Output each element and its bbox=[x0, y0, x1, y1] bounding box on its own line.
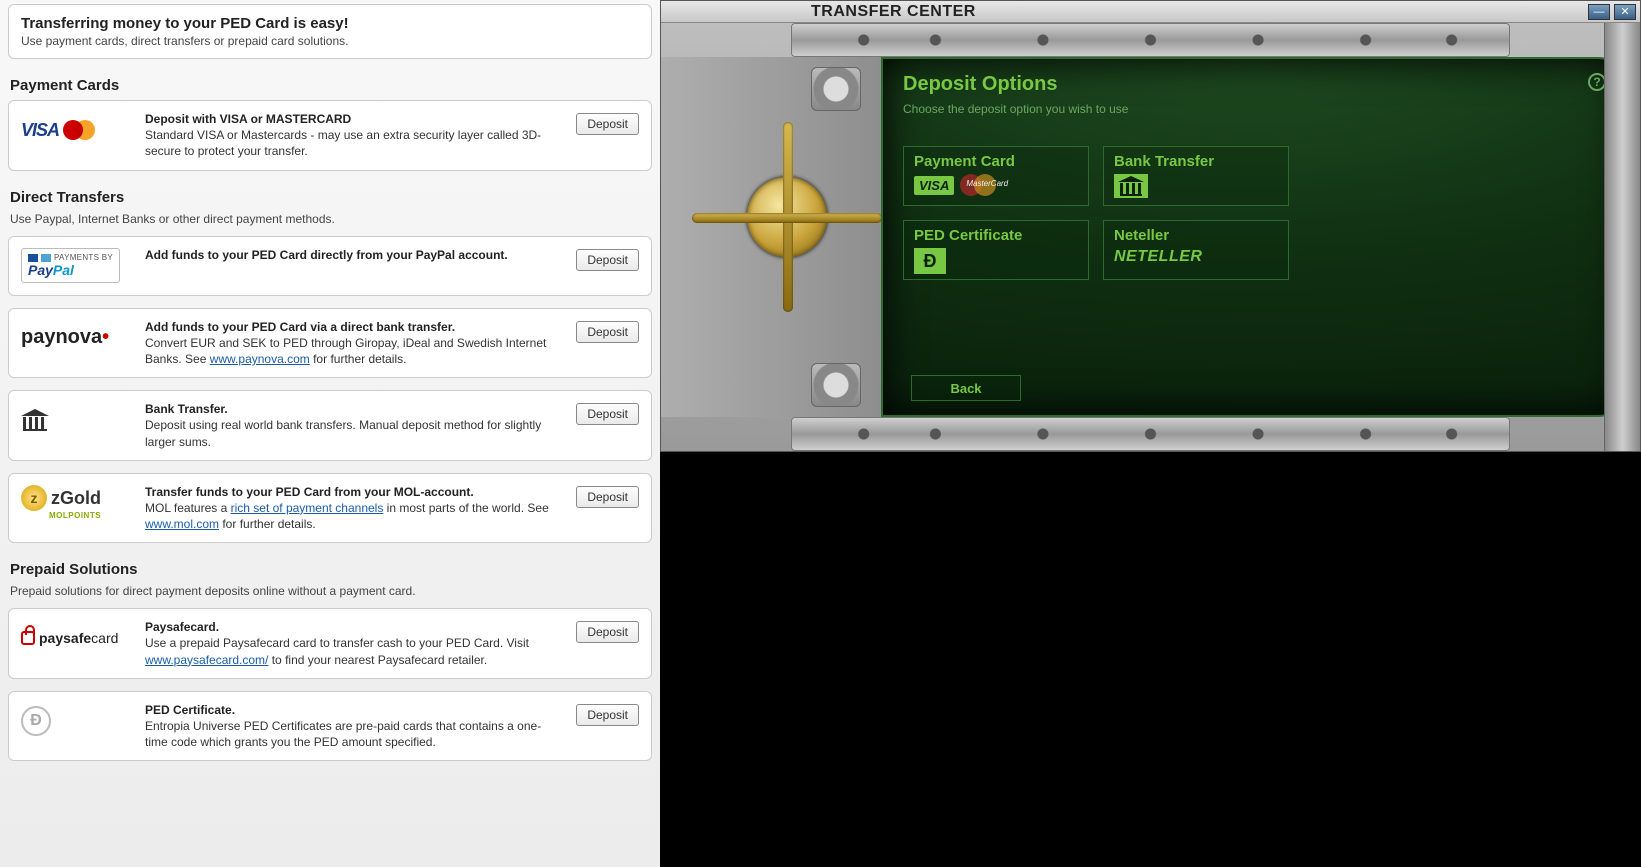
paysafecard-link[interactable]: www.paysafecard.com/ bbox=[145, 653, 268, 667]
card-paysafecard: paysafecard Paysafecard. Use a prepaid P… bbox=[8, 608, 652, 679]
section-head-payment-cards: Payment Cards bbox=[10, 77, 652, 94]
intro-title: Transferring money to your PED Card is e… bbox=[21, 15, 639, 32]
deposit-methods-panel: Transferring money to your PED Card is e… bbox=[0, 0, 660, 867]
ped-coin-icon: Đ bbox=[21, 706, 51, 736]
bank-icon bbox=[1114, 174, 1148, 198]
deposit-button[interactable]: Deposit bbox=[576, 403, 639, 425]
section-head-direct-transfers: Direct Transfers bbox=[10, 189, 652, 206]
card-ped-certificate: Đ PED Certificate. Entropia Universe PED… bbox=[8, 691, 652, 762]
card-body: Paysafecard. Use a prepaid Paysafecard c… bbox=[145, 619, 562, 668]
bank-transfer-logo bbox=[21, 401, 131, 439]
card-body: PED Certificate. Entropia Universe PED C… bbox=[145, 702, 562, 751]
mastercard-icon bbox=[63, 118, 99, 142]
window-title: TRANSFER CENTER bbox=[811, 3, 976, 21]
vault-frame-top bbox=[791, 23, 1510, 57]
deposit-button[interactable]: Deposit bbox=[576, 704, 639, 726]
card-body: Bank Transfer. Deposit using real world … bbox=[145, 401, 562, 450]
paypal-logo: PAYMENTS BY PayPal bbox=[21, 247, 131, 285]
back-button[interactable]: Back bbox=[911, 375, 1021, 401]
vault-frame-right bbox=[1604, 23, 1640, 451]
deposit-button[interactable]: Deposit bbox=[576, 321, 639, 343]
card-title: Transfer funds to your PED Card from you… bbox=[145, 485, 474, 499]
paynova-link[interactable]: www.paynova.com bbox=[210, 352, 310, 366]
card-desc: Deposit using real world bank transfers.… bbox=[145, 418, 541, 448]
card-paynova: paynova• Add funds to your PED Card via … bbox=[8, 308, 652, 379]
deposit-button[interactable]: Deposit bbox=[576, 486, 639, 508]
bank-icon bbox=[21, 409, 49, 431]
transfer-center-body: Deposit Options Choose the deposit optio… bbox=[661, 57, 1640, 417]
card-paypal: PAYMENTS BY PayPal Add funds to your PED… bbox=[8, 236, 652, 296]
deposit-button[interactable]: Deposit bbox=[576, 249, 639, 271]
deposit-options-title: Deposit Options bbox=[903, 73, 1604, 96]
card-body: Add funds to your PED Card via a direct … bbox=[145, 319, 562, 368]
card-title: Deposit with VISA or MASTERCARD bbox=[145, 112, 351, 126]
vault-door-graphic bbox=[661, 57, 881, 417]
mol-link[interactable]: www.mol.com bbox=[145, 517, 219, 531]
card-title: Add funds to your PED Card directly from… bbox=[145, 248, 508, 262]
vault-hinge-icon bbox=[811, 67, 861, 111]
card-visa-mastercard: VISA Deposit with VISA or MASTERCARD Sta… bbox=[8, 100, 652, 171]
section-head-prepaid: Prepaid Solutions bbox=[10, 561, 652, 578]
lock-icon bbox=[21, 631, 35, 645]
card-title: Add funds to your PED Card via a direct … bbox=[145, 320, 455, 334]
minimize-button[interactable]: — bbox=[1588, 4, 1610, 20]
card-title: PED Certificate. bbox=[145, 703, 235, 717]
option-bank-transfer[interactable]: Bank Transfer bbox=[1103, 146, 1289, 206]
section-sub-direct-transfers: Use Paypal, Internet Banks or other dire… bbox=[10, 212, 652, 226]
intro-sub: Use payment cards, direct transfers or p… bbox=[21, 34, 639, 48]
transfer-center-titlebar[interactable]: TRANSFER CENTER — ✕ bbox=[661, 1, 1640, 23]
neteller-icon: NETELLER bbox=[1114, 248, 1202, 266]
ped-icon: Đ bbox=[914, 248, 946, 274]
visa-mastercard-logo: VISA bbox=[21, 111, 131, 149]
option-neteller[interactable]: Neteller NETELLER bbox=[1103, 220, 1289, 280]
card-title: Paysafecard. bbox=[145, 620, 219, 634]
deposit-options-screen: Deposit Options Choose the deposit optio… bbox=[881, 57, 1626, 417]
option-payment-card[interactable]: Payment Card VISA MasterCard bbox=[903, 146, 1089, 206]
card-body: Deposit with VISA or MASTERCARD Standard… bbox=[145, 111, 562, 160]
intro-card: Transferring money to your PED Card is e… bbox=[8, 4, 652, 59]
card-body: Add funds to your PED Card directly from… bbox=[145, 247, 562, 263]
paynova-logo: paynova• bbox=[21, 319, 131, 357]
section-sub-prepaid: Prepaid solutions for direct payment dep… bbox=[10, 584, 652, 598]
mol-channels-link[interactable]: rich set of payment channels bbox=[231, 501, 384, 515]
option-title: PED Certificate bbox=[914, 227, 1078, 244]
ped-certificate-logo: Đ bbox=[21, 702, 131, 740]
paysafecard-logo: paysafecard bbox=[21, 619, 131, 657]
zgold-logo: z zGold MOLPOINTS bbox=[21, 484, 131, 522]
card-desc: Entropia Universe PED Certificates are p… bbox=[145, 719, 541, 749]
option-title: Neteller bbox=[1114, 227, 1278, 244]
visa-icon: VISA bbox=[914, 176, 954, 195]
option-title: Bank Transfer bbox=[1114, 153, 1278, 170]
card-title: Bank Transfer. bbox=[145, 402, 228, 416]
option-ped-certificate[interactable]: PED Certificate Đ bbox=[903, 220, 1089, 280]
vault-wheel-icon bbox=[747, 177, 827, 257]
zgold-coin-icon: z bbox=[21, 485, 47, 511]
vault-frame-bottom bbox=[791, 417, 1510, 451]
card-body: Transfer funds to your PED Card from you… bbox=[145, 484, 562, 533]
card-desc: Standard VISA or Mastercards - may use a… bbox=[145, 128, 541, 158]
game-viewport: TRANSFER CENTER — ✕ Deposit Options Choo… bbox=[660, 0, 1641, 867]
option-title: Payment Card bbox=[914, 153, 1078, 170]
card-zgold: z zGold MOLPOINTS Transfer funds to your… bbox=[8, 473, 652, 544]
deposit-options-grid: Payment Card VISA MasterCard Bank Transf… bbox=[903, 146, 1323, 280]
mastercard-icon: MasterCard bbox=[960, 174, 1018, 196]
close-button[interactable]: ✕ bbox=[1614, 4, 1636, 20]
transfer-center-window: TRANSFER CENTER — ✕ Deposit Options Choo… bbox=[660, 0, 1641, 452]
deposit-button[interactable]: Deposit bbox=[576, 621, 639, 643]
card-bank-transfer: Bank Transfer. Deposit using real world … bbox=[8, 390, 652, 461]
visa-icon: VISA bbox=[21, 120, 59, 141]
deposit-button[interactable]: Deposit bbox=[576, 113, 639, 135]
vault-hinge-icon bbox=[811, 363, 861, 407]
deposit-options-sub: Choose the deposit option you wish to us… bbox=[903, 102, 1604, 116]
